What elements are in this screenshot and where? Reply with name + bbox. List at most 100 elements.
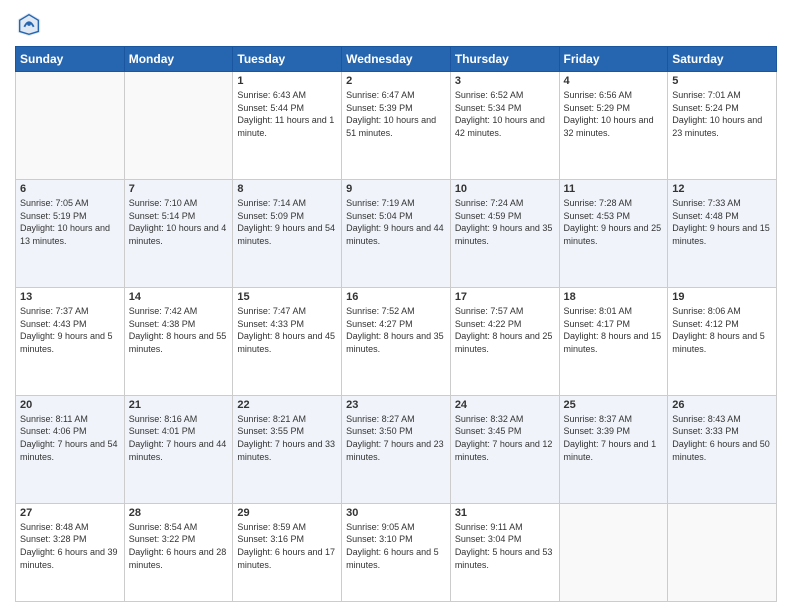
calendar-week-row: 13 Sunrise: 7:37 AMSunset: 4:43 PMDayligh… — [16, 287, 777, 395]
calendar-cell: 20 Sunrise: 8:11 AMSunset: 4:06 PMDayligh… — [16, 395, 125, 503]
day-number: 3 — [455, 75, 555, 87]
calendar-cell — [668, 503, 777, 601]
weekday-header-row: SundayMondayTuesdayWednesdayThursdayFrid… — [16, 47, 777, 72]
day-number: 28 — [129, 507, 229, 519]
weekday-header-wednesday: Wednesday — [342, 47, 451, 72]
calendar-cell: 24 Sunrise: 8:32 AMSunset: 3:45 PMDayligh… — [450, 395, 559, 503]
day-number: 13 — [20, 291, 120, 303]
day-number: 25 — [564, 399, 664, 411]
day-number: 9 — [346, 183, 446, 195]
day-info: Sunrise: 8:01 AMSunset: 4:17 PMDaylight:… — [564, 305, 664, 355]
day-number: 24 — [455, 399, 555, 411]
day-number: 29 — [237, 507, 337, 519]
day-number: 27 — [20, 507, 120, 519]
header — [15, 10, 777, 38]
day-number: 2 — [346, 75, 446, 87]
day-info: Sunrise: 7:42 AMSunset: 4:38 PMDaylight:… — [129, 305, 229, 355]
day-number: 11 — [564, 183, 664, 195]
calendar-cell — [559, 503, 668, 601]
day-info: Sunrise: 8:37 AMSunset: 3:39 PMDaylight:… — [564, 413, 664, 463]
weekday-header-tuesday: Tuesday — [233, 47, 342, 72]
day-number: 6 — [20, 183, 120, 195]
day-number: 17 — [455, 291, 555, 303]
calendar-cell — [16, 72, 125, 180]
day-number: 15 — [237, 291, 337, 303]
calendar-cell: 11 Sunrise: 7:28 AMSunset: 4:53 PMDayligh… — [559, 179, 668, 287]
day-info: Sunrise: 8:16 AMSunset: 4:01 PMDaylight:… — [129, 413, 229, 463]
calendar-cell: 30Sunrise: 9:05 AMSunset: 3:10 PMDayligh… — [342, 503, 451, 601]
calendar-week-row: 27 Sunrise: 8:48 AMSunset: 3:28 PMDayligh… — [16, 503, 777, 601]
day-info: Sunrise: 6:56 AMSunset: 5:29 PMDaylight:… — [564, 89, 664, 139]
day-info: Sunrise: 8:21 AMSunset: 3:55 PMDaylight:… — [237, 413, 337, 463]
day-info: Sunrise: 7:19 AMSunset: 5:04 PMDaylight:… — [346, 197, 446, 247]
calendar-cell: 12 Sunrise: 7:33 AMSunset: 4:48 PMDayligh… — [668, 179, 777, 287]
day-info: Sunrise: 7:33 AMSunset: 4:48 PMDaylight:… — [672, 197, 772, 247]
day-info: Sunrise: 7:28 AMSunset: 4:53 PMDaylight:… — [564, 197, 664, 247]
day-number: 31 — [455, 507, 555, 519]
calendar-week-row: 20 Sunrise: 8:11 AMSunset: 4:06 PMDayligh… — [16, 395, 777, 503]
calendar-cell: 25 Sunrise: 8:37 AMSunset: 3:39 PMDayligh… — [559, 395, 668, 503]
weekday-header-thursday: Thursday — [450, 47, 559, 72]
calendar-cell: 21 Sunrise: 8:16 AMSunset: 4:01 PMDayligh… — [124, 395, 233, 503]
calendar-cell: 17 Sunrise: 7:57 AMSunset: 4:22 PMDayligh… — [450, 287, 559, 395]
day-info: Sunrise: 8:48 AMSunset: 3:28 PMDaylight:… — [20, 521, 120, 571]
day-number: 8 — [237, 183, 337, 195]
logo — [15, 10, 47, 38]
calendar-cell: 13 Sunrise: 7:37 AMSunset: 4:43 PMDayligh… — [16, 287, 125, 395]
calendar-cell: 22 Sunrise: 8:21 AMSunset: 3:55 PMDayligh… — [233, 395, 342, 503]
day-info: Sunrise: 7:05 AMSunset: 5:19 PMDaylight:… — [20, 197, 120, 247]
calendar-cell: 4 Sunrise: 6:56 AMSunset: 5:29 PMDaylight… — [559, 72, 668, 180]
day-number: 5 — [672, 75, 772, 87]
day-number: 16 — [346, 291, 446, 303]
day-info: Sunrise: 7:14 AMSunset: 5:09 PMDaylight:… — [237, 197, 337, 247]
day-info: Sunrise: 7:01 AMSunset: 5:24 PMDaylight:… — [672, 89, 772, 139]
day-info: Sunrise: 7:57 AMSunset: 4:22 PMDaylight:… — [455, 305, 555, 355]
day-number: 21 — [129, 399, 229, 411]
day-info: Sunrise: 7:37 AMSunset: 4:43 PMDaylight:… — [20, 305, 120, 355]
weekday-header-friday: Friday — [559, 47, 668, 72]
day-info: Sunrise: 8:06 AMSunset: 4:12 PMDaylight:… — [672, 305, 772, 355]
day-number: 23 — [346, 399, 446, 411]
day-number: 1 — [237, 75, 337, 87]
day-number: 10 — [455, 183, 555, 195]
day-info: Sunrise: 7:47 AMSunset: 4:33 PMDaylight:… — [237, 305, 337, 355]
weekday-header-monday: Monday — [124, 47, 233, 72]
day-info: Sunrise: 8:32 AMSunset: 3:45 PMDaylight:… — [455, 413, 555, 463]
generalblue-icon — [15, 10, 43, 38]
calendar-week-row: 6 Sunrise: 7:05 AMSunset: 5:19 PMDaylight… — [16, 179, 777, 287]
day-info: Sunrise: 6:43 AMSunset: 5:44 PMDaylight:… — [237, 89, 337, 139]
day-number: 19 — [672, 291, 772, 303]
calendar-cell: 3 Sunrise: 6:52 AMSunset: 5:34 PMDaylight… — [450, 72, 559, 180]
day-number: 4 — [564, 75, 664, 87]
calendar-cell: 1 Sunrise: 6:43 AMSunset: 5:44 PMDaylight… — [233, 72, 342, 180]
day-info: Sunrise: 8:27 AMSunset: 3:50 PMDaylight:… — [346, 413, 446, 463]
calendar-week-row: 1 Sunrise: 6:43 AMSunset: 5:44 PMDaylight… — [16, 72, 777, 180]
day-number: 22 — [237, 399, 337, 411]
calendar-cell: 5 Sunrise: 7:01 AMSunset: 5:24 PMDaylight… — [668, 72, 777, 180]
day-number: 30 — [346, 507, 446, 519]
day-number: 14 — [129, 291, 229, 303]
calendar-cell — [124, 72, 233, 180]
page: SundayMondayTuesdayWednesdayThursdayFrid… — [0, 0, 792, 612]
day-info: Sunrise: 6:47 AMSunset: 5:39 PMDaylight:… — [346, 89, 446, 139]
day-info: Sunrise: 7:52 AMSunset: 4:27 PMDaylight:… — [346, 305, 446, 355]
day-info: Sunrise: 6:52 AMSunset: 5:34 PMDaylight:… — [455, 89, 555, 139]
calendar-cell: 15 Sunrise: 7:47 AMSunset: 4:33 PMDayligh… — [233, 287, 342, 395]
calendar-cell: 23 Sunrise: 8:27 AMSunset: 3:50 PMDayligh… — [342, 395, 451, 503]
calendar-table: SundayMondayTuesdayWednesdayThursdayFrid… — [15, 46, 777, 602]
day-number: 12 — [672, 183, 772, 195]
calendar-cell: 8 Sunrise: 7:14 AMSunset: 5:09 PMDaylight… — [233, 179, 342, 287]
day-number: 18 — [564, 291, 664, 303]
weekday-header-saturday: Saturday — [668, 47, 777, 72]
day-info: Sunrise: 8:59 AMSunset: 3:16 PMDaylight:… — [237, 521, 337, 571]
day-number: 7 — [129, 183, 229, 195]
calendar-cell: 14 Sunrise: 7:42 AMSunset: 4:38 PMDayligh… — [124, 287, 233, 395]
calendar-cell: 10Sunrise: 7:24 AMSunset: 4:59 PMDayligh… — [450, 179, 559, 287]
calendar-cell: 19 Sunrise: 8:06 AMSunset: 4:12 PMDayligh… — [668, 287, 777, 395]
calendar-cell: 2 Sunrise: 6:47 AMSunset: 5:39 PMDaylight… — [342, 72, 451, 180]
day-number: 20 — [20, 399, 120, 411]
calendar-cell: 7Sunrise: 7:10 AMSunset: 5:14 PMDaylight… — [124, 179, 233, 287]
calendar-cell: 31Sunrise: 9:11 AMSunset: 3:04 PMDayligh… — [450, 503, 559, 601]
day-info: Sunrise: 8:11 AMSunset: 4:06 PMDaylight:… — [20, 413, 120, 463]
calendar-cell: 6 Sunrise: 7:05 AMSunset: 5:19 PMDaylight… — [16, 179, 125, 287]
